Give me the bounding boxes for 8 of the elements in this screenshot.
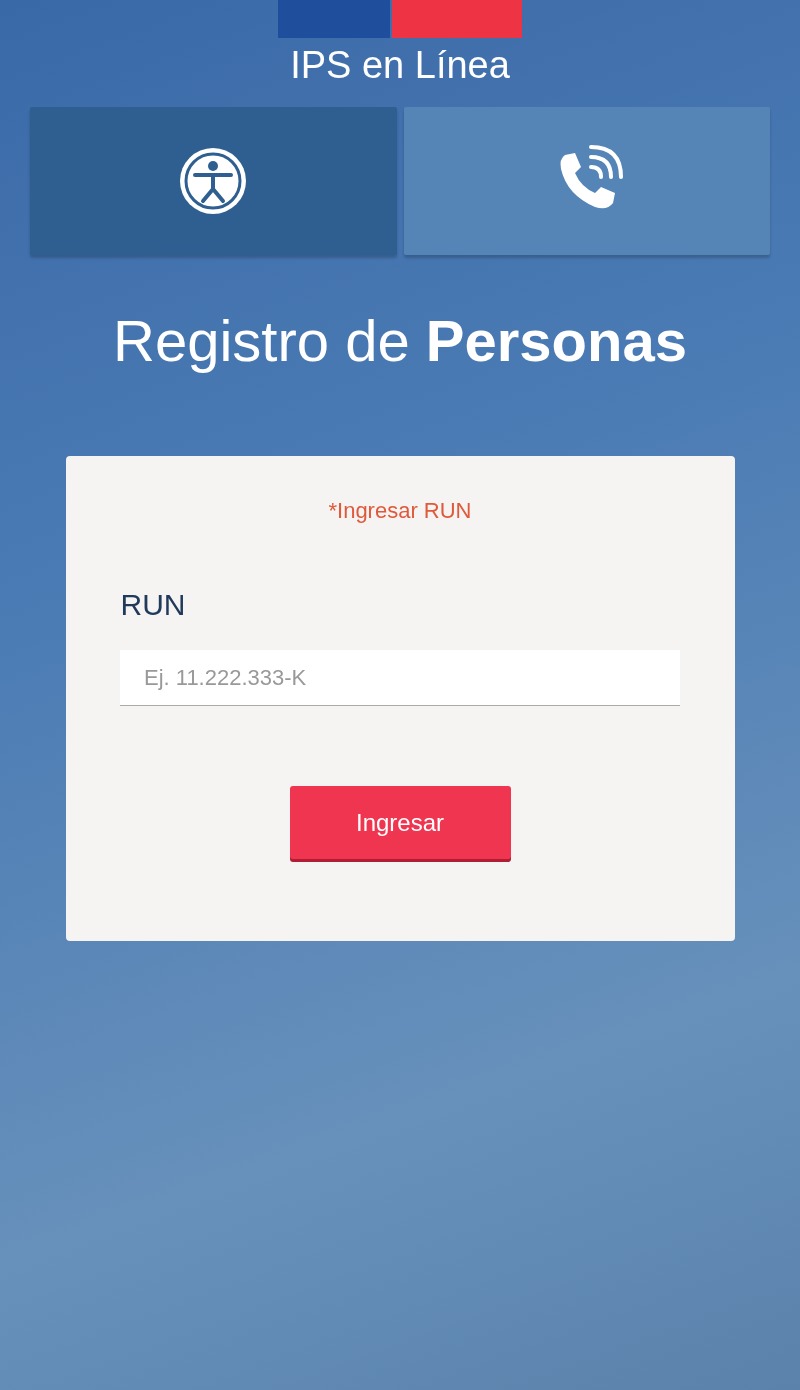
accessibility-tile[interactable]: [30, 107, 397, 255]
app-title: IPS en Línea: [290, 44, 510, 87]
page-heading: Registro de Personas: [113, 307, 687, 374]
run-input-field[interactable]: Ej. 11.222.333-K: [120, 650, 680, 706]
error-message: *Ingresar RUN: [328, 498, 472, 524]
submit-button[interactable]: Ingresar: [289, 786, 511, 859]
run-label: RUN: [120, 588, 186, 622]
phone-tile[interactable]: [403, 107, 770, 255]
